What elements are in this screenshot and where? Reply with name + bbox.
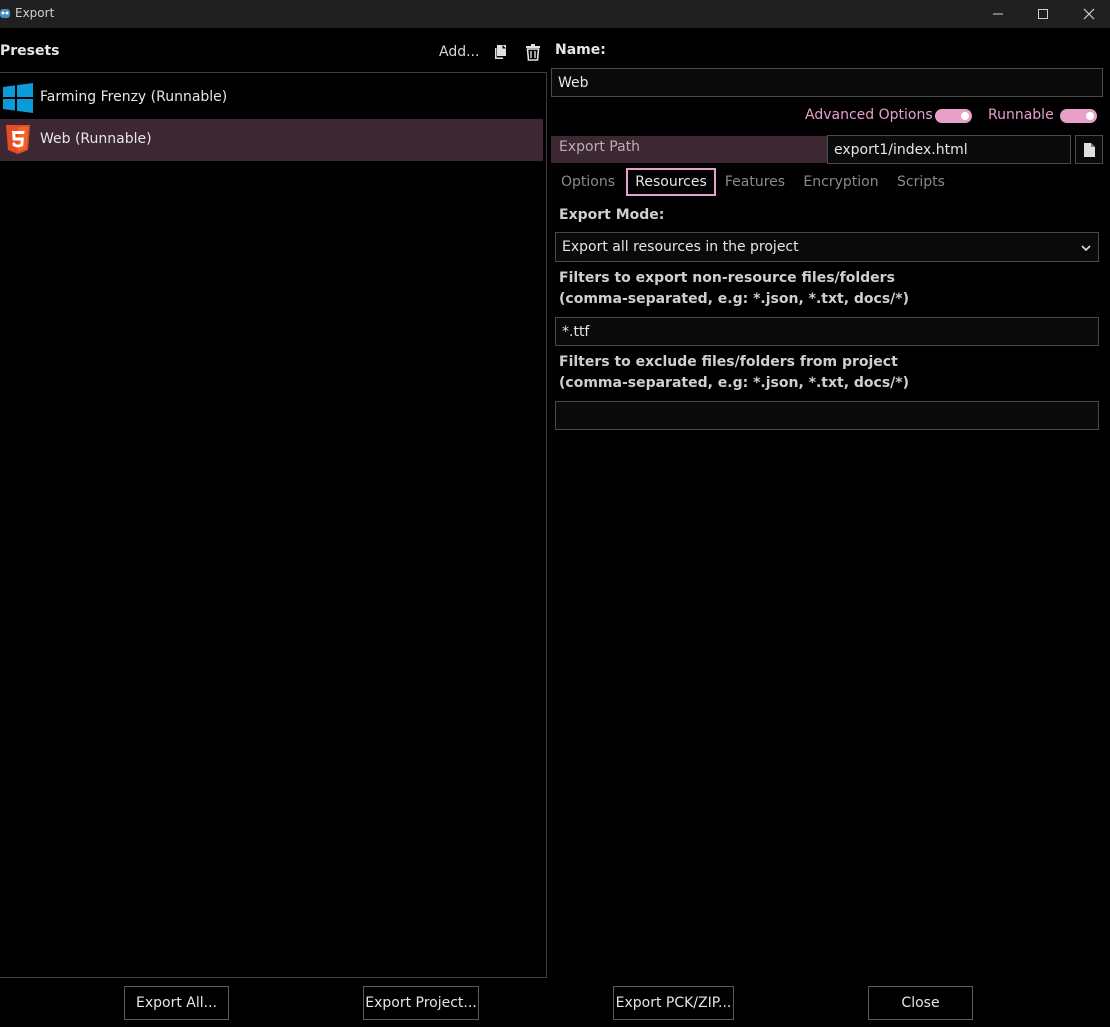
windows-icon <box>3 83 33 113</box>
exclude-filter-label-line2: (comma-separated, e.g: *.json, *.txt, do… <box>559 375 910 391</box>
maximize-button[interactable] <box>1020 0 1066 28</box>
delete-preset-button[interactable] <box>525 44 541 61</box>
exclude-filter-input[interactable] <box>555 401 1099 430</box>
preset-item-web[interactable]: Web (Runnable) <box>0 119 543 161</box>
tab-options[interactable]: Options <box>556 168 620 196</box>
export-mode-value: Export all resources in the project <box>562 239 799 255</box>
export-all-button[interactable]: Export All... <box>124 986 229 1020</box>
export-project-button[interactable]: Export Project... <box>363 986 479 1020</box>
exclude-filter-label: Filters to exclude files/folders from pr… <box>559 352 909 394</box>
close-window-button[interactable] <box>1066 0 1110 28</box>
tab-encryption[interactable]: Encryption <box>800 168 882 196</box>
tab-scripts[interactable]: Scripts <box>892 168 950 196</box>
godot-app-icon <box>0 9 10 18</box>
include-filter-label-line2: (comma-separated, e.g: *.json, *.txt, do… <box>559 291 910 307</box>
presets-heading: Presets <box>0 43 60 59</box>
trash-icon <box>526 44 540 61</box>
add-preset-button[interactable]: Add... <box>439 44 479 60</box>
include-filter-input[interactable] <box>555 317 1099 346</box>
chevron-down-icon <box>1081 245 1091 252</box>
title-bar: Export <box>0 0 1110 28</box>
close-button[interactable]: Close <box>868 986 973 1020</box>
browse-export-path-button[interactable] <box>1075 135 1103 164</box>
maximize-icon <box>1038 9 1048 19</box>
preset-label: Web (Runnable) <box>40 131 152 147</box>
runnable-toggle[interactable] <box>1060 109 1097 123</box>
tab-resources[interactable]: Resources <box>626 168 716 196</box>
minimize-button[interactable] <box>975 0 1021 28</box>
name-label: Name: <box>555 42 606 58</box>
toggle-knob <box>961 112 969 120</box>
exclude-filter-label-line1: Filters to exclude files/folders from pr… <box>559 354 898 370</box>
preset-name-input[interactable] <box>551 68 1103 97</box>
include-filter-label-line1: Filters to export non-resource files/fol… <box>559 270 895 286</box>
include-filter-label: Filters to export non-resource files/fol… <box>559 268 909 310</box>
export-path-label: Export Path <box>559 139 641 155</box>
export-pck-zip-button[interactable]: Export PCK/ZIP... <box>613 986 734 1020</box>
minimize-icon <box>993 13 1003 15</box>
runnable-label: Runnable <box>988 107 1054 123</box>
window-title: Export <box>15 6 55 20</box>
preset-list[interactable]: Farming Frenzy (Runnable) Web (Runnable) <box>0 72 547 978</box>
preset-label: Farming Frenzy (Runnable) <box>40 89 228 105</box>
advanced-options-label: Advanced Options <box>805 107 933 123</box>
tab-features[interactable]: Features <box>720 168 790 196</box>
toggle-knob <box>1086 112 1094 120</box>
close-icon <box>1083 8 1095 20</box>
preset-item-farming-frenzy[interactable]: Farming Frenzy (Runnable) <box>0 77 543 119</box>
duplicate-preset-button[interactable] <box>493 44 509 61</box>
advanced-options-toggle[interactable] <box>935 109 972 123</box>
file-icon <box>1084 142 1095 157</box>
export-mode-select[interactable]: Export all resources in the project <box>555 232 1099 262</box>
duplicate-icon <box>495 45 506 59</box>
export-path-input[interactable] <box>827 135 1071 164</box>
export-mode-label: Export Mode: <box>559 207 665 223</box>
html5-icon <box>6 125 30 154</box>
